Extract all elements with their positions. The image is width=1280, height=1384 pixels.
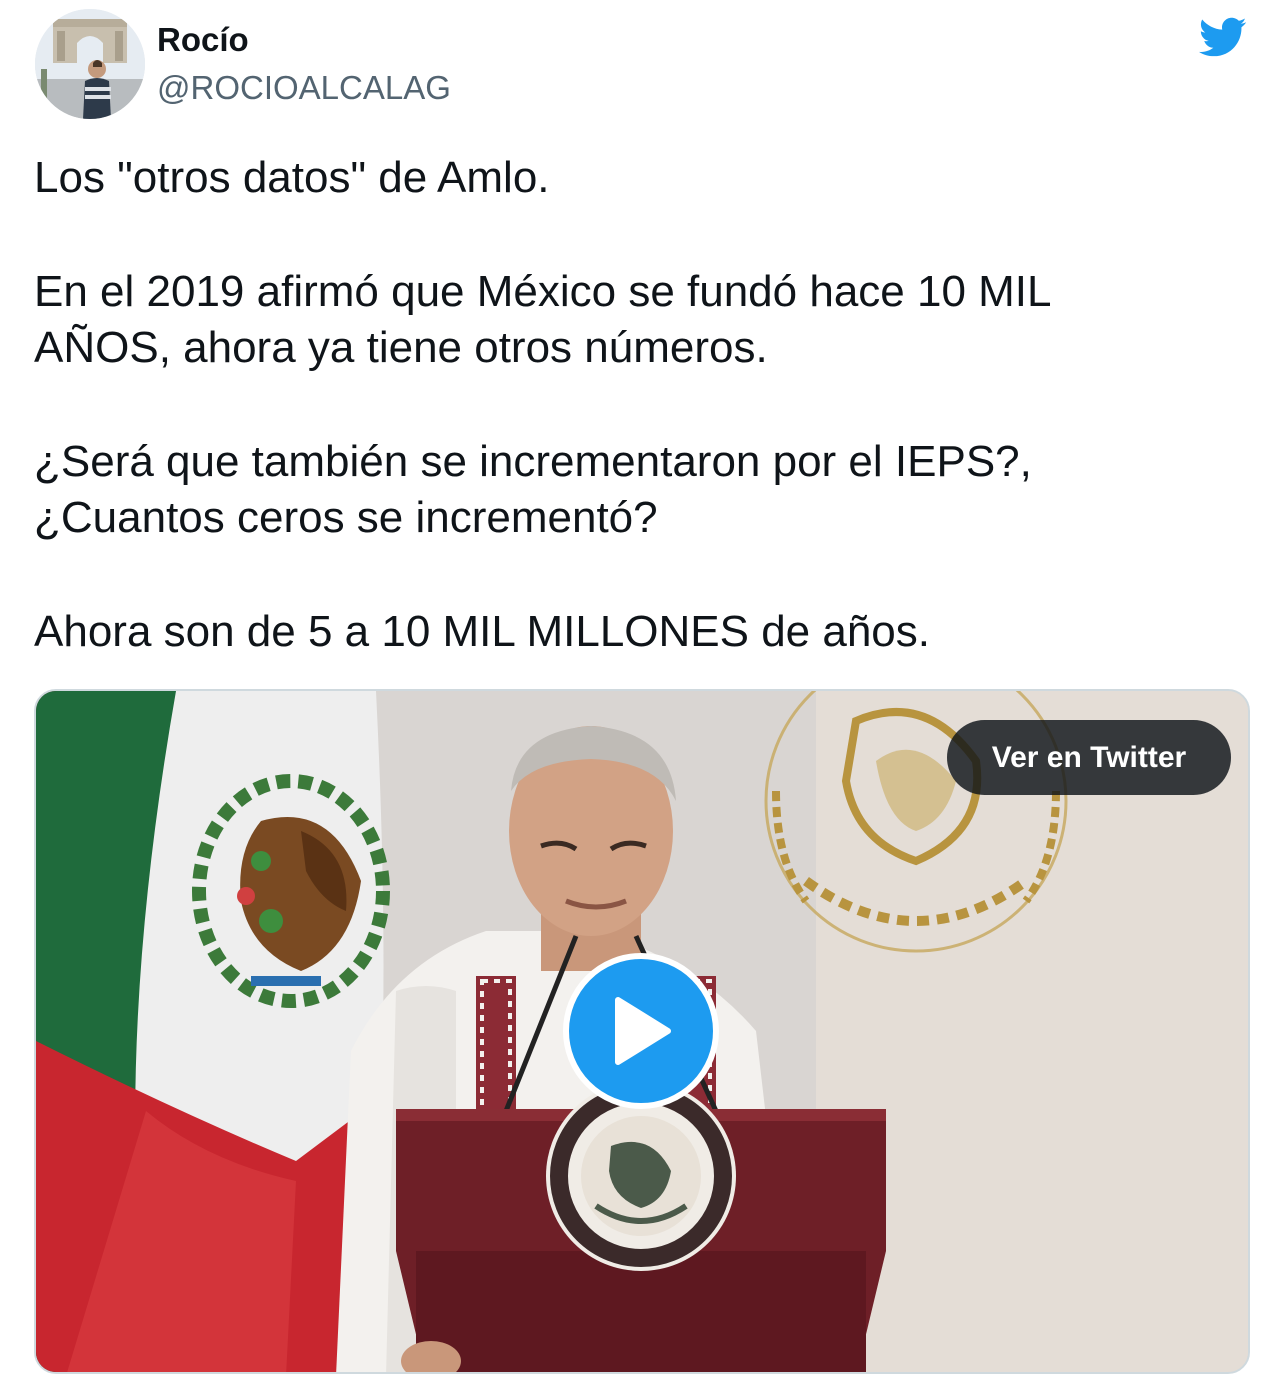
video-thumbnail[interactable]: Ver en Twitter — [34, 689, 1250, 1374]
tweet-text: Los "otros datos" de Amlo. En el 2019 af… — [34, 150, 1244, 660]
tweet-line: ¿Será que también se incrementaron por e… — [34, 437, 1032, 486]
tweet-line: Ahora son de 5 a 10 MIL MILLONES de años… — [34, 607, 931, 656]
play-icon — [615, 997, 671, 1065]
tweet-card: Rocío @ROCIOALCALAG Los "otros datos" de… — [0, 0, 1280, 1384]
view-on-twitter-button[interactable]: Ver en Twitter — [947, 720, 1231, 795]
twitter-bird-icon[interactable] — [1194, 12, 1250, 62]
author-handle[interactable]: @ROCIOALCALAG — [157, 68, 451, 108]
tweet-line: ¿Cuantos ceros se incrementó? — [34, 493, 658, 542]
tweet-line: En el 2019 afirmó que México se fundó ha… — [34, 267, 1052, 316]
avatar[interactable] — [35, 9, 145, 119]
author-name[interactable]: Rocío — [157, 20, 249, 60]
tweet-line: Los "otros datos" de Amlo. — [34, 153, 550, 202]
tweet-line: AÑOS, ahora ya tiene otros números. — [34, 323, 768, 372]
play-button[interactable] — [563, 953, 719, 1109]
avatar-photo — [35, 9, 145, 119]
